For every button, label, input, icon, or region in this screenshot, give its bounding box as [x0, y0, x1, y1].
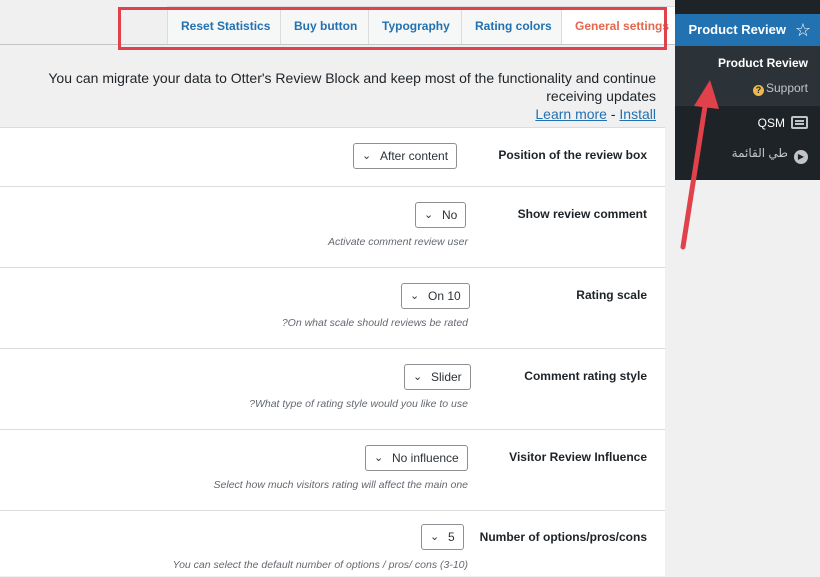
- submenu-item-support[interactable]: ? Support: [752, 81, 808, 96]
- notice-separator: -: [606, 106, 620, 122]
- visitor-influence-select[interactable]: ⌄ No influence: [365, 445, 468, 471]
- number-options-select[interactable]: ⌄ 5: [421, 524, 464, 550]
- chevron-down-icon: ⌄: [424, 209, 434, 221]
- notice-message: You can migrate your data to Otter's Rev…: [48, 70, 656, 104]
- settings-tab-bar: Reset Statistics Buy button Typography R…: [0, 0, 684, 45]
- tab-typography[interactable]: Typography: [368, 6, 464, 44]
- setting-label: Position of the review box: [498, 148, 647, 162]
- chevron-down-icon: ⌄: [413, 371, 423, 383]
- sidebar-item-label: QSM: [757, 116, 785, 130]
- play-icon: ▶: [794, 150, 808, 164]
- support-label: Support: [765, 81, 808, 95]
- rating-scale-select[interactable]: ⌄ On 10: [401, 283, 470, 309]
- help-icon: ?: [752, 85, 764, 96]
- setting-label: Show review comment: [517, 207, 647, 221]
- star-icon: ☆: [794, 20, 811, 40]
- sidebar-submenu: Product Review ? Support: [675, 46, 820, 106]
- tab-reset-statistics[interactable]: Reset Statistics: [167, 6, 285, 44]
- setting-row-review-position: Position of the review box ⌄ After conte…: [0, 128, 665, 187]
- chevron-down-icon: ⌄: [410, 290, 420, 302]
- settings-panel: Position of the review box ⌄ After conte…: [0, 127, 665, 576]
- setting-hint: ?On what scale should reviews be rated: [281, 317, 468, 329]
- setting-label: Visitor Review Influence: [509, 450, 647, 464]
- migration-notice: You can migrate your data to Otter's Rev…: [0, 69, 660, 123]
- chevron-down-icon: ⌄: [362, 150, 372, 162]
- setting-label: Rating scale: [576, 288, 647, 302]
- admin-sidebar: Product Review ☆ Product Review ? Support…: [675, 0, 820, 180]
- tab-general-settings[interactable]: General settings: [561, 6, 684, 44]
- sidebar-item-collapse-menu[interactable]: طي القائمة ▶: [732, 146, 808, 164]
- setting-hint: You can select the default number of opt…: [172, 559, 468, 571]
- setting-label: Comment rating style: [524, 369, 647, 383]
- setting-row-number-options: Number of options/pros/cons ⌄ 5 You can …: [0, 511, 665, 577]
- comment-style-select[interactable]: ⌄ Slider: [404, 364, 471, 390]
- setting-hint: ?What type of rating style would you lik…: [249, 398, 468, 410]
- select-value: No influence: [392, 451, 459, 465]
- tab-rating-colors[interactable]: Rating colors: [461, 6, 566, 44]
- setting-row-rating-scale: Rating scale ⌄ On 10 ?On what scale shou…: [0, 268, 665, 349]
- sidebar-item-product-review[interactable]: Product Review ☆: [675, 14, 820, 46]
- select-value: 5: [448, 530, 455, 544]
- install-link[interactable]: Install: [619, 106, 656, 122]
- setting-hint: Select how much visitors rating will aff…: [213, 479, 468, 491]
- sidebar-item-label: طي القائمة: [731, 146, 788, 160]
- show-comment-select[interactable]: ⌄ No: [415, 202, 467, 228]
- select-value: After content: [380, 149, 449, 163]
- sidebar-item-label: Product Review: [688, 22, 786, 37]
- submenu-item-product-review[interactable]: Product Review: [718, 56, 808, 70]
- learn-more-link[interactable]: Learn more: [535, 106, 607, 122]
- select-value: On 10: [428, 289, 461, 303]
- select-value: Slider: [431, 370, 462, 384]
- review-position-select[interactable]: ⌄ After content: [353, 143, 458, 169]
- tab-buy-button[interactable]: Buy button: [280, 6, 372, 44]
- main-content: Reset Statistics Buy button Typography R…: [0, 0, 684, 576]
- select-value: No: [442, 208, 458, 222]
- chevron-down-icon: ⌄: [374, 452, 384, 464]
- setting-label: Number of options/pros/cons: [479, 530, 647, 544]
- sidebar-item-qsm[interactable]: QSM: [758, 116, 808, 130]
- setting-row-comment-style: Comment rating style ⌄ Slider ?What type…: [0, 349, 665, 430]
- setting-row-show-comment: Show review comment ⌄ No Activate commen…: [0, 187, 665, 268]
- chevron-down-icon: ⌄: [430, 531, 440, 543]
- setting-row-visitor-influence: Visitor Review Influence ⌄ No influence …: [0, 430, 665, 511]
- setting-hint: Activate comment review user: [327, 236, 468, 248]
- list-icon: [791, 116, 808, 129]
- sidebar-empty-area: [675, 180, 820, 575]
- tab-bar-blank: [0, 0, 166, 44]
